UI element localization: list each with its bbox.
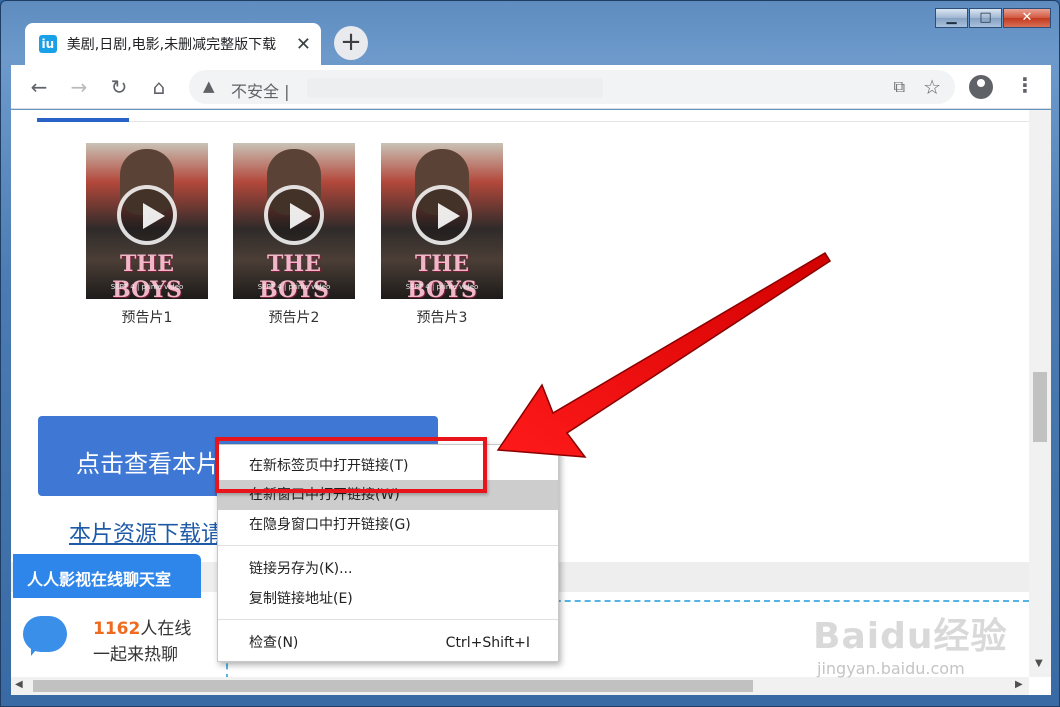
watermark-url: jingyan.baidu.com [817,659,965,678]
minimize-button[interactable]: ▁ [935,8,968,28]
chat-header[interactable]: 人人影视在线聊天室 [13,554,201,598]
play-icon[interactable] [412,185,472,245]
menu-item-copy-link-address[interactable]: 复制链接地址(E) [218,584,558,614]
download-link[interactable]: 本片资源下载请 [69,516,223,548]
trailer-thumbnail[interactable]: THE BOYS SEPT 4 | prime video 预告片2 [233,143,355,327]
menu-separator [218,619,558,620]
browser-tab[interactable]: iu 美剧,日剧,电影,未删减完整版下载 ✕ [25,23,321,65]
trailer-thumbnail[interactable]: THE BOYS SEPT 4 | prime video 预告片1 [86,143,208,327]
menu-item-save-link-as[interactable]: 链接另存为(K)... [218,554,558,584]
tab-title: 美剧,日剧,电影,未删减完整版下载 [66,37,277,53]
annotation-highlight-box [215,437,487,493]
menu-item-open-incognito[interactable]: 在隐身窗口中打开链接(G) [218,510,558,540]
browser-window: ▁ □ ✕ iu 美剧,日剧,电影,未删减完整版下载 ✕ + ← → ↻ ⌂ ▲… [0,0,1060,707]
trailer-caption[interactable]: 预告片2 [233,307,355,327]
poster-logo: THE BOYS [112,251,182,299]
menu-item-inspect-shortcut: Ctrl+Shift+I [445,635,530,651]
horizontal-scroll-thumb[interactable] [33,680,753,692]
chat-online-count: 1162人在线 [93,614,191,639]
close-window-button[interactable]: ✕ [1003,8,1051,28]
poster-image[interactable]: THE BOYS SEPT 4 | prime video [233,143,355,299]
menu-item-inspect[interactable]: 检查(N) Ctrl+Shift+I [218,628,558,658]
trailer-thumbnail[interactable]: THE BOYS SEPT 4 | prime video 预告片3 [381,143,503,327]
browser-toolbar: ← → ↻ ⌂ ▲ 不安全 | ⧉ ☆ ⋮ [11,65,1051,109]
vertical-scrollbar[interactable]: ▼ [1029,110,1051,677]
scroll-right-arrow-icon[interactable]: ▶ [1015,679,1023,690]
more-vert-icon[interactable]: ⋮ [1015,73,1035,97]
scroll-down-arrow-icon[interactable]: ▼ [1035,658,1043,669]
chat-bubble-icon[interactable] [23,616,67,656]
url-text-blurred[interactable] [307,78,603,98]
new-tab-button[interactable]: + [334,26,368,60]
address-bar[interactable]: ▲ 不安全 | ⧉ ☆ [189,70,955,104]
vertical-scroll-thumb[interactable] [1033,372,1047,442]
account-icon[interactable] [969,75,993,99]
maximize-button[interactable]: □ [969,8,1002,28]
active-tab-indicator [37,118,129,122]
online-number: 1162 [93,619,141,639]
tab-divider [129,121,1029,122]
poster-subtitle: SEPT 4 | prime video [405,283,479,291]
reload-icon[interactable]: ↻ [105,73,133,101]
poster-image[interactable]: THE BOYS SEPT 4 | prime video [86,143,208,299]
scroll-left-arrow-icon[interactable]: ◀ [15,679,23,690]
arrow-right-icon[interactable]: → [65,73,93,101]
poster-logo: THE BOYS [259,251,329,299]
arrow-left-icon[interactable]: ← [25,73,53,101]
watermark-logo: Baidu经验 [813,616,1008,657]
poster-subtitle: SEPT 4 | prime video [257,283,331,291]
window-controls: ▁ □ ✕ [935,8,1051,28]
site-favicon-icon: iu [39,35,57,53]
menu-item-inspect-label: 检查(N) [249,635,299,651]
poster-subtitle: SEPT 4 | prime video [110,283,184,291]
poster-logo: THE BOYS [407,251,477,299]
baidu-jingyan-watermark: Baidu经验 jingyan.baidu.com [813,607,1013,687]
play-icon[interactable] [117,185,177,245]
play-icon[interactable] [264,185,324,245]
trailer-caption[interactable]: 预告片1 [86,307,208,327]
trailer-caption[interactable]: 预告片3 [381,307,503,327]
online-suffix: 人在线 [140,619,192,639]
close-icon[interactable]: ✕ [296,34,311,55]
security-label: 不安全 | [231,82,290,101]
star-icon[interactable]: ☆ [923,75,941,99]
poster-image[interactable]: THE BOYS SEPT 4 | prime video [381,143,503,299]
chat-widget[interactable]: 人人影视在线聊天室 1162人在线 一起来热聊 [13,554,201,676]
popup-blocked-icon[interactable]: ⧉ [894,77,905,97]
warning-icon[interactable]: ▲ [203,77,215,95]
menu-separator [218,545,558,546]
chat-invite-text: 一起来热聊 [93,645,178,665]
home-icon[interactable]: ⌂ [145,73,173,101]
